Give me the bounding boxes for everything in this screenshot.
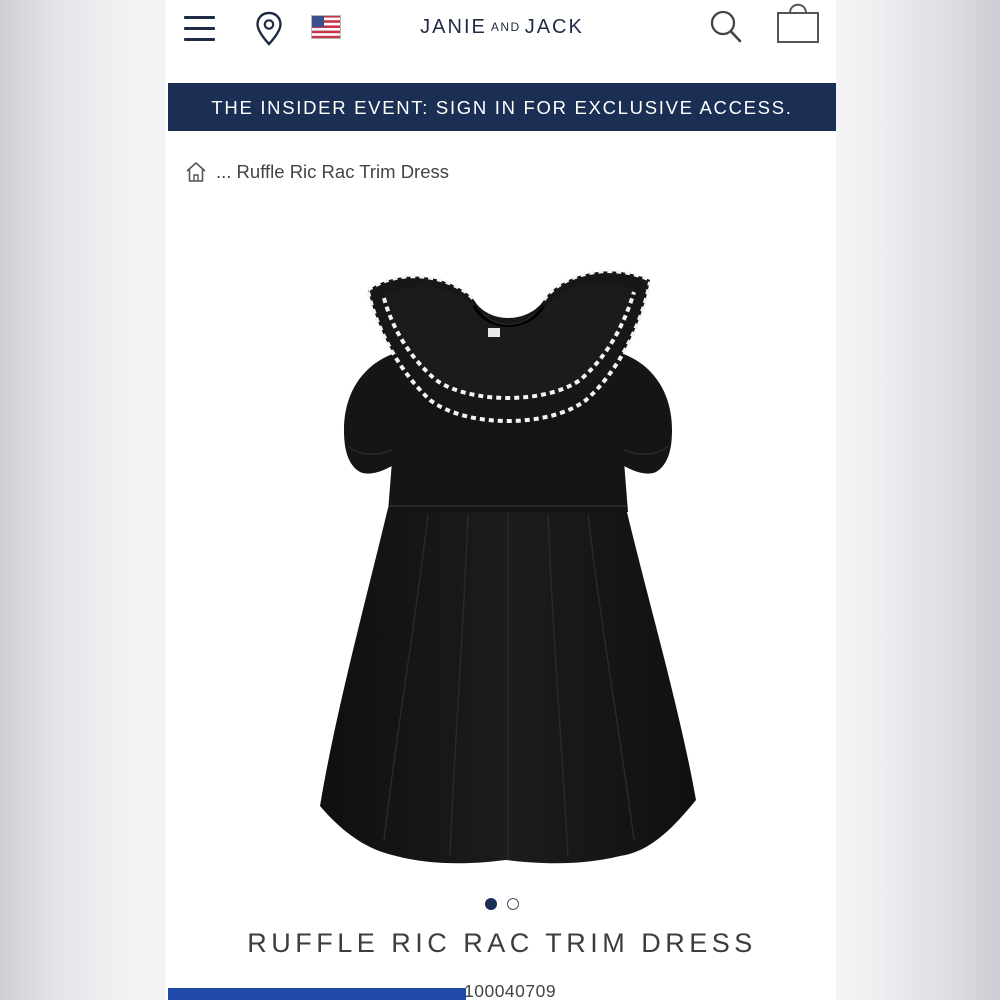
item-number-highlight (168, 988, 466, 1000)
carousel-dot-active[interactable] (485, 897, 497, 910)
promo-banner[interactable]: THE INSIDER EVENT: SIGN IN FOR EXCLUSIVE… (168, 83, 836, 131)
product-title: RUFFLE RIC RAC TRIM DRESS (247, 928, 757, 958)
carousel-dots (168, 895, 836, 911)
brand-logo[interactable]: JANIE AND JACK (396, 12, 608, 42)
breadcrumb-current[interactable]: ... Ruffle Ric Rac Trim Dress (216, 161, 449, 183)
menu-icon[interactable] (182, 11, 218, 45)
promo-text: THE INSIDER EVENT: SIGN IN FOR EXCLUSIVE… (211, 97, 793, 118)
logo-word-small: AND (490, 20, 521, 34)
item-number: 100040709 (464, 981, 557, 1000)
shopping-bag-icon[interactable] (775, 0, 821, 46)
location-pin-icon[interactable] (254, 11, 284, 47)
logo-word-left: JANIE (420, 16, 487, 38)
search-icon[interactable] (708, 6, 744, 46)
home-icon[interactable] (184, 160, 208, 184)
us-flag-icon[interactable] (311, 15, 341, 39)
carousel-dot[interactable] (507, 897, 519, 910)
product-image[interactable] (288, 240, 728, 880)
site-header: JANIE AND JACK (168, 0, 836, 80)
logo-word-right: JACK (524, 16, 584, 38)
phone-screen: JANIE AND JACK THE INSIDER EVENT: SIGN IN … (168, 0, 836, 1000)
breadcrumb: ... Ruffle Ric Rac Trim Dress (184, 158, 449, 186)
